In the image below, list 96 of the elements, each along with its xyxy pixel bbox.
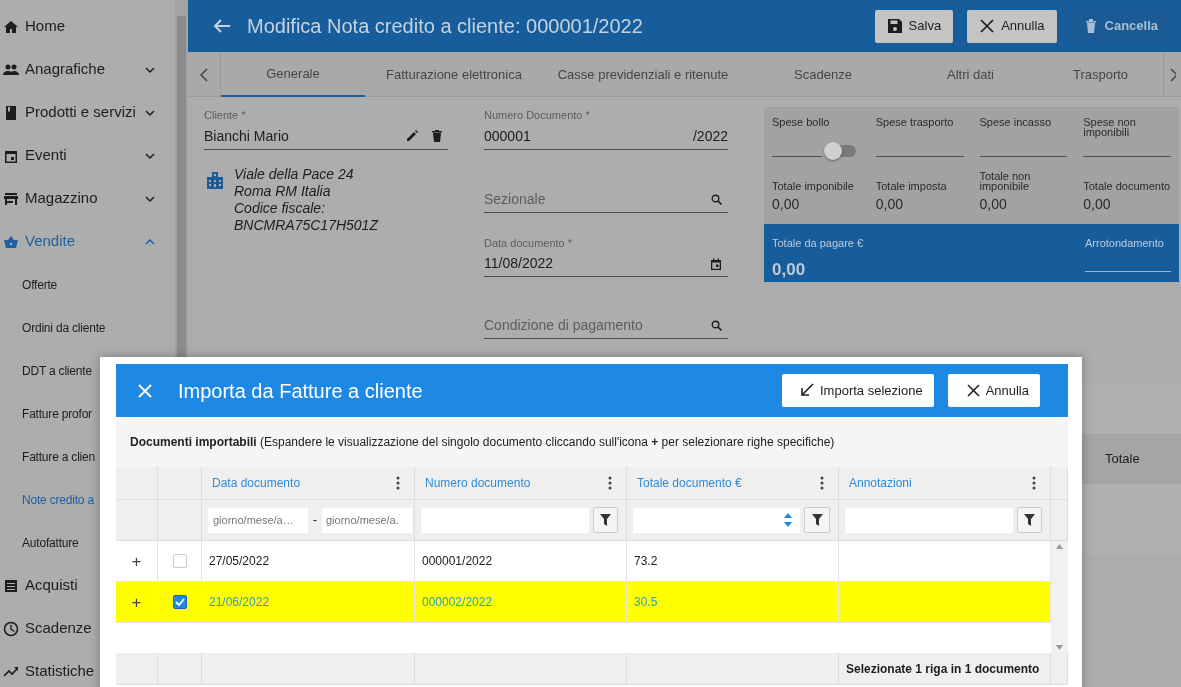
up-arrow-icon — [1056, 544, 1063, 549]
cancel-button[interactable]: Annulla — [947, 374, 1040, 407]
sidebar-item[interactable]: Anagrafiche — [0, 48, 175, 91]
table-cell-text: 27/05/2022 — [209, 553, 270, 570]
tab[interactable]: Fatturazione elettronica — [365, 52, 543, 97]
close-icon — [979, 18, 996, 34]
search-icon — [711, 320, 722, 331]
field-label: Cliente * — [204, 108, 247, 123]
store-icon — [3, 190, 19, 207]
close-button[interactable] — [138, 383, 152, 398]
table-cell-text: 30.5 — [634, 594, 658, 611]
scrollbar[interactable] — [1051, 541, 1068, 653]
more-icon — [820, 476, 824, 490]
field-label: Spese trasporto — [875, 117, 955, 130]
instruction-text: Documenti importabili (Espandere le visualizzazione del singolo documento cliccando sull'icona + per selezionare righe specifiche) — [130, 434, 835, 451]
import-button[interactable]: Importa selezione — [782, 374, 934, 407]
sidebar-subitem[interactable]: Offerte — [0, 263, 175, 306]
total-value: 0,00 — [875, 195, 904, 214]
sidebar-item[interactable]: Prodotti e servizi — [0, 91, 175, 134]
table-cell-text: 73.2 — [634, 553, 658, 570]
filter-icon — [1023, 514, 1035, 526]
more-icon — [396, 476, 400, 490]
building-icon — [206, 170, 224, 189]
date-to-field[interactable]: giorno/mese/a. — [322, 507, 412, 533]
field-label: Numero Documento * — [484, 108, 591, 123]
filter-button[interactable] — [804, 507, 830, 533]
dialog-title: Importa da Fatture a cliente — [178, 378, 424, 404]
address-line: Codice fiscale: — [234, 199, 327, 217]
selection-summary: Selezionate 1 riga in 1 documento — [846, 660, 1040, 678]
field-label: Totale imposta — [875, 179, 948, 191]
close-icon — [965, 383, 981, 398]
clock-icon — [3, 620, 19, 637]
filter-button[interactable] — [592, 507, 618, 533]
tab[interactable]: Trasporto — [1038, 52, 1163, 97]
tab[interactable]: Generale — [221, 52, 365, 97]
sidebar-item[interactable]: Statistiche — [0, 650, 175, 687]
range-separator: - — [313, 512, 317, 529]
address-line: BNCMRA75C17H501Z — [234, 216, 378, 234]
pencil-icon — [406, 130, 418, 142]
sidebar-item[interactable]: Eventi — [0, 134, 175, 177]
toggle-switch[interactable] — [826, 145, 856, 157]
date-from-field[interactable]: giorno/mese/a… — [208, 507, 308, 533]
scroll-right-button[interactable] — [1163, 52, 1179, 97]
field-label: Totale documento — [1083, 179, 1171, 191]
total-value: 0,00 — [1083, 195, 1112, 214]
search-icon — [711, 193, 722, 205]
checkbox[interactable] — [172, 595, 187, 609]
save-icon — [886, 18, 903, 34]
field-label: Totale imponibile — [772, 179, 855, 191]
trash-icon — [432, 130, 442, 142]
tab[interactable]: Altri dati — [903, 52, 1038, 97]
tab[interactable]: Casse previdenziali e ritenute — [543, 52, 743, 97]
field-label: Arrotondamento — [1085, 236, 1165, 251]
home-icon — [3, 18, 19, 35]
down-arrow-icon — [1056, 645, 1063, 650]
expand-button[interactable]: + — [131, 552, 142, 570]
list-icon — [3, 577, 19, 594]
sidebar-item[interactable]: Home — [0, 5, 175, 48]
field-label: Spese non imponibili — [1083, 117, 1137, 140]
sidebar-subitem[interactable]: Ordini da cliente — [0, 306, 175, 349]
field-label: Totale non imponibile — [979, 169, 1032, 191]
more-icon — [608, 476, 612, 490]
page-title: Modifica Nota credito a cliente: 000001/2022 — [247, 14, 644, 39]
table-cell-text: 21/06/2022 — [209, 594, 270, 611]
calendar-icon — [710, 257, 722, 270]
date-field[interactable]: 11/08/2022 — [484, 251, 728, 277]
arrow-icon — [800, 383, 815, 398]
field-label: Spese incasso — [979, 117, 1053, 130]
table-cell-text: 000002/2022 — [422, 594, 493, 611]
tab[interactable]: Scadenze — [743, 52, 903, 97]
document-number-field[interactable]: 000001 /2022 — [484, 123, 728, 150]
filter-icon — [811, 514, 823, 526]
total-value: 0,00 — [979, 195, 1008, 214]
field-label: Data documento * — [484, 235, 574, 251]
filter-icon — [599, 514, 611, 526]
field-label: Spese bollo — [772, 117, 831, 130]
chevron-right-icon — [1170, 67, 1176, 82]
cancel-button[interactable]: Annulla — [967, 9, 1057, 43]
spinner-icon — [784, 512, 792, 528]
back-button[interactable] — [213, 18, 231, 34]
sidebar-item[interactable]: Magazzino — [0, 177, 175, 220]
number-filter-field[interactable] — [633, 507, 800, 533]
book-icon — [3, 104, 19, 121]
chevron-left-icon — [200, 67, 208, 82]
filter-button[interactable] — [1016, 507, 1042, 533]
save-button[interactable]: Salva — [874, 9, 954, 43]
more-icon — [1032, 476, 1036, 490]
delete-button[interactable]: Cancella — [1070, 9, 1170, 43]
selected-row[interactable]: + 21/06/2022 000002/2022 30.5 — [116, 582, 1051, 623]
total-due-value: 0,00 — [772, 258, 807, 281]
address-line: Roma RM Italia — [234, 182, 332, 200]
field-label: Totale da pagare € — [772, 236, 864, 251]
customer-field[interactable]: Bianchi Mario — [204, 123, 448, 150]
address-line: Viale della Pace 24 — [234, 165, 355, 183]
total-value: 0,00 — [772, 195, 801, 214]
table-cell-text: 000001/2022 — [422, 553, 493, 570]
